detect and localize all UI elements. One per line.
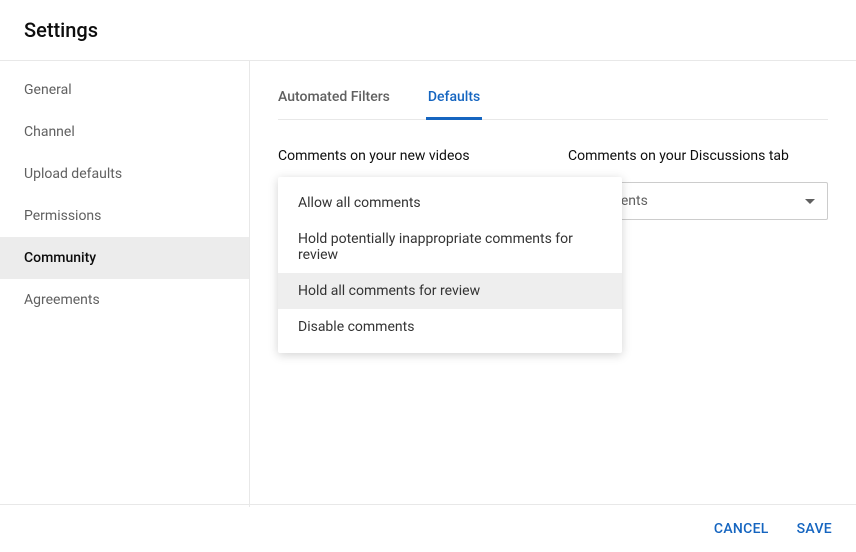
sidebar-item-upload-defaults[interactable]: Upload defaults: [0, 153, 249, 195]
cancel-button[interactable]: CANCEL: [714, 521, 769, 537]
dropdown-option-hold-inappropriate[interactable]: Hold potentially inappropriate comments …: [278, 221, 622, 273]
discussions-label: Comments on your Discussions tab: [568, 148, 828, 164]
sidebar-item-general[interactable]: General: [0, 69, 249, 111]
dropdown-option-hold-all[interactable]: Hold all comments for review: [278, 273, 622, 309]
tab-automated-filters[interactable]: Automated Filters: [278, 81, 390, 119]
sidebar: General Channel Upload defaults Permissi…: [0, 61, 250, 507]
sidebar-item-agreements[interactable]: Agreements: [0, 279, 249, 321]
footer: CANCEL SAVE: [0, 504, 856, 552]
settings-header: Settings: [0, 0, 856, 61]
page-title: Settings: [24, 18, 832, 42]
sidebar-item-community[interactable]: Community: [0, 237, 249, 279]
body: General Channel Upload defaults Permissi…: [0, 61, 856, 507]
main-panel: Automated Filters Defaults Comments on y…: [250, 61, 856, 507]
tab-defaults[interactable]: Defaults: [428, 81, 480, 119]
dropdown-option-disable[interactable]: Disable comments: [278, 309, 622, 345]
sidebar-item-channel[interactable]: Channel: [0, 111, 249, 153]
dropdown-option-allow-all[interactable]: Allow all comments: [278, 185, 622, 221]
chevron-down-icon: [805, 199, 815, 204]
tabs: Automated Filters Defaults: [278, 61, 828, 120]
sidebar-item-permissions[interactable]: Permissions: [0, 195, 249, 237]
new-videos-label: Comments on your new videos: [278, 148, 538, 164]
new-videos-dropdown-menu: Allow all comments Hold potentially inap…: [278, 177, 622, 353]
save-button[interactable]: SAVE: [797, 521, 832, 537]
